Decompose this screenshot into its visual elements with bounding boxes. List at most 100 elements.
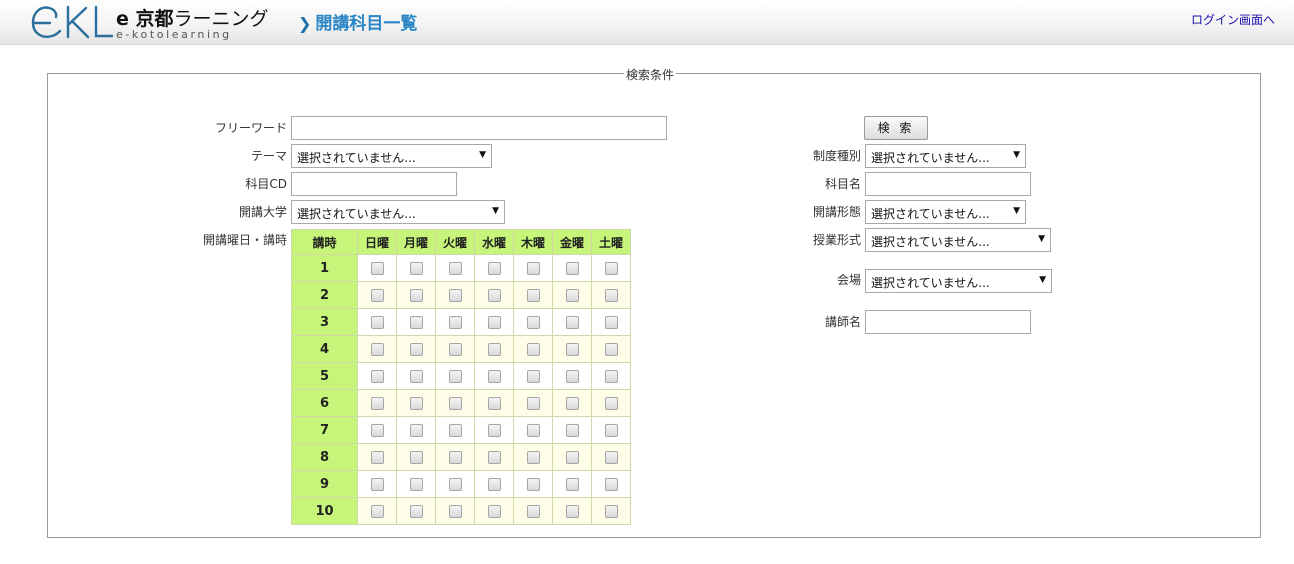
schedule-checkbox[interactable] bbox=[604, 450, 618, 464]
schedule-checkbox[interactable] bbox=[448, 396, 462, 410]
schedule-checkbox[interactable] bbox=[448, 450, 462, 464]
schedule-cell bbox=[513, 470, 553, 498]
schedule-checkbox[interactable] bbox=[487, 423, 501, 437]
schedule-checkbox[interactable] bbox=[370, 315, 384, 329]
schedule-checkbox[interactable] bbox=[370, 261, 384, 275]
schedule-checkbox[interactable] bbox=[370, 342, 384, 356]
day-header: 水曜 bbox=[474, 229, 514, 255]
schedule-cell bbox=[396, 281, 436, 309]
schedule-checkbox[interactable] bbox=[370, 477, 384, 491]
form-select[interactable]: 選択されていません... ▼ bbox=[865, 200, 1026, 224]
schedule-checkbox[interactable] bbox=[604, 396, 618, 410]
schedule-checkbox[interactable] bbox=[487, 342, 501, 356]
schedule-checkbox[interactable] bbox=[487, 477, 501, 491]
schedule-checkbox[interactable] bbox=[448, 477, 462, 491]
schedule-checkbox[interactable] bbox=[526, 261, 540, 275]
schedule-cell bbox=[435, 416, 475, 444]
schedule-checkbox[interactable] bbox=[565, 504, 579, 518]
schedule-checkbox[interactable] bbox=[526, 288, 540, 302]
period-header: 講時 bbox=[291, 229, 358, 255]
schedule-checkbox[interactable] bbox=[565, 423, 579, 437]
schedule-row: 6 bbox=[291, 389, 631, 417]
schedule-checkbox[interactable] bbox=[409, 477, 423, 491]
schedule-checkbox[interactable] bbox=[448, 315, 462, 329]
schedule-checkbox[interactable] bbox=[604, 477, 618, 491]
class-format-select[interactable]: 選択されていません... ▼ bbox=[865, 228, 1051, 252]
dropdown-arrow-icon: ▼ bbox=[1013, 206, 1020, 216]
schedule-cell bbox=[435, 389, 475, 417]
search-conditions-legend: 検索条件 bbox=[624, 66, 677, 83]
schedule-checkbox[interactable] bbox=[370, 396, 384, 410]
search-button[interactable]: 検 索 bbox=[864, 116, 928, 140]
schedule-checkbox[interactable] bbox=[370, 450, 384, 464]
schedule-checkbox[interactable] bbox=[604, 315, 618, 329]
schedule-checkbox[interactable] bbox=[565, 477, 579, 491]
schedule-checkbox[interactable] bbox=[409, 423, 423, 437]
schedule-checkbox[interactable] bbox=[409, 504, 423, 518]
site-logo[interactable]: e 京都ラーニング e-kotolearning bbox=[30, 3, 270, 41]
schedule-checkbox[interactable] bbox=[409, 261, 423, 275]
schedule-checkbox[interactable] bbox=[409, 315, 423, 329]
schedule-checkbox[interactable] bbox=[487, 369, 501, 383]
schedule-checkbox[interactable] bbox=[526, 396, 540, 410]
schedule-checkbox[interactable] bbox=[448, 261, 462, 275]
schedule-checkbox[interactable] bbox=[604, 504, 618, 518]
course-name-input[interactable] bbox=[865, 172, 1031, 196]
schedule-checkbox[interactable] bbox=[526, 477, 540, 491]
schedule-checkbox[interactable] bbox=[565, 450, 579, 464]
schedule-checkbox[interactable] bbox=[526, 315, 540, 329]
schedule-checkbox[interactable] bbox=[565, 315, 579, 329]
schedule-checkbox[interactable] bbox=[565, 396, 579, 410]
schedule-checkbox[interactable] bbox=[487, 396, 501, 410]
schedule-cell bbox=[474, 362, 514, 390]
schedule-checkbox[interactable] bbox=[487, 450, 501, 464]
schedule-checkbox[interactable] bbox=[565, 261, 579, 275]
schedule-checkbox[interactable] bbox=[526, 450, 540, 464]
freeword-input[interactable] bbox=[291, 116, 667, 140]
schedule-checkbox[interactable] bbox=[604, 261, 618, 275]
schedule-checkbox[interactable] bbox=[565, 342, 579, 356]
schedule-checkbox[interactable] bbox=[526, 423, 540, 437]
schedule-checkbox[interactable] bbox=[370, 288, 384, 302]
venue-select[interactable]: 選択されていません... ▼ bbox=[865, 269, 1052, 293]
course-cd-input[interactable] bbox=[291, 172, 457, 196]
schedule-checkbox[interactable] bbox=[526, 369, 540, 383]
schedule-checkbox[interactable] bbox=[448, 288, 462, 302]
schedule-checkbox[interactable] bbox=[487, 261, 501, 275]
ekl-logo-icon bbox=[31, 5, 114, 39]
theme-select[interactable]: 選択されていません... ▼ bbox=[291, 144, 492, 168]
schedule-checkbox[interactable] bbox=[409, 369, 423, 383]
schedule-checkbox[interactable] bbox=[370, 423, 384, 437]
schedule-checkbox[interactable] bbox=[565, 288, 579, 302]
period-cell: 8 bbox=[291, 443, 358, 471]
lecturer-input[interactable] bbox=[865, 310, 1031, 334]
schedule-cell bbox=[552, 497, 592, 525]
schedule-checkbox[interactable] bbox=[448, 504, 462, 518]
freeword-label: フリーワード bbox=[214, 121, 287, 135]
schedule-checkbox[interactable] bbox=[604, 342, 618, 356]
schedule-checkbox[interactable] bbox=[526, 504, 540, 518]
schedule-checkbox[interactable] bbox=[604, 423, 618, 437]
system-type-select[interactable]: 選択されていません... ▼ bbox=[865, 144, 1026, 168]
schedule-checkbox[interactable] bbox=[604, 288, 618, 302]
period-cell: 1 bbox=[291, 254, 358, 282]
logo-subtitle: e-kotolearning bbox=[116, 28, 232, 41]
schedule-checkbox[interactable] bbox=[487, 315, 501, 329]
schedule-checkbox[interactable] bbox=[448, 423, 462, 437]
schedule-checkbox[interactable] bbox=[565, 369, 579, 383]
schedule-checkbox[interactable] bbox=[409, 342, 423, 356]
schedule-checkbox[interactable] bbox=[448, 369, 462, 383]
theme-label: テーマ bbox=[250, 149, 287, 163]
schedule-checkbox[interactable] bbox=[409, 288, 423, 302]
schedule-checkbox[interactable] bbox=[370, 504, 384, 518]
schedule-checkbox[interactable] bbox=[604, 369, 618, 383]
schedule-checkbox[interactable] bbox=[409, 396, 423, 410]
schedule-checkbox[interactable] bbox=[526, 342, 540, 356]
schedule-checkbox[interactable] bbox=[487, 288, 501, 302]
schedule-checkbox[interactable] bbox=[448, 342, 462, 356]
schedule-checkbox[interactable] bbox=[487, 504, 501, 518]
university-select[interactable]: 選択されていません... ▼ bbox=[291, 200, 505, 224]
login-link[interactable]: ログイン画面へ bbox=[1191, 11, 1275, 28]
schedule-checkbox[interactable] bbox=[409, 450, 423, 464]
schedule-checkbox[interactable] bbox=[370, 369, 384, 383]
